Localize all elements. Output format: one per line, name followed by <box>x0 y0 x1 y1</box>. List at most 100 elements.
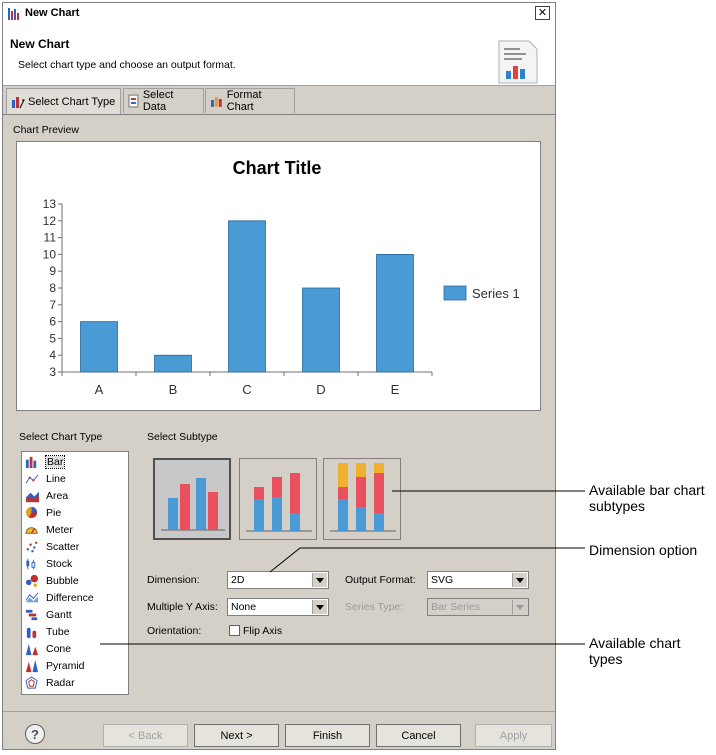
chart-preview-label: Chart Preview <box>13 124 79 136</box>
series-type-label: Series Type: <box>345 601 404 613</box>
back-button: < Back <box>103 724 188 747</box>
legend-swatch <box>443 285 467 301</box>
chart-type-label: Bar <box>44 455 66 469</box>
y-tick-label: 6 <box>49 315 56 329</box>
select-subtype-label: Select Subtype <box>147 431 218 443</box>
footer-separator <box>3 711 555 712</box>
chart-type-item-gantt[interactable]: Gantt <box>24 607 126 623</box>
legend-label: Series 1 <box>472 286 520 301</box>
subtype-percent-stacked[interactable] <box>323 458 401 540</box>
dialog-header: New Chart Select chart type and choose a… <box>3 25 555 86</box>
bar-a <box>80 321 118 373</box>
dimension-value: 2D <box>231 574 245 586</box>
bar-c <box>228 220 266 373</box>
bubble-chart-icon <box>25 574 39 587</box>
x-tick-label: D <box>316 382 325 397</box>
multiple-y-axis-select[interactable]: None <box>227 598 329 616</box>
line-chart-icon <box>25 474 39 484</box>
scatter-chart-icon <box>26 541 38 553</box>
callout-dimension: Dimension option <box>589 542 698 558</box>
tab-select-chart-type[interactable]: Select Chart Type <box>6 88 121 114</box>
chart-preview-plot: Chart Title 3 4 5 6 7 8 9 10 11 12 13 A B C D E Series 1 <box>43 158 520 397</box>
tube-chart-icon <box>26 627 37 639</box>
pyramid-chart-icon <box>25 659 39 673</box>
close-button[interactable]: ✕ <box>535 6 550 20</box>
chart-type-label: Stock <box>46 558 73 570</box>
chart-type-label: Radar <box>46 677 75 689</box>
header-description: Select chart type and choose an output f… <box>18 59 236 71</box>
finish-button[interactable]: Finish <box>285 724 370 747</box>
chart-type-item-radar[interactable]: Radar <box>24 675 126 691</box>
chart-type-label: Pie <box>46 507 62 519</box>
title-bar: New Chart ✕ <box>3 3 555 26</box>
multiple-y-axis-label: Multiple Y Axis: <box>147 601 218 613</box>
header-title: New Chart <box>10 37 70 51</box>
chart-type-item-meter[interactable]: Meter <box>24 522 126 538</box>
chevron-down-icon[interactable] <box>312 600 327 614</box>
subtype-side-by-side[interactable] <box>153 458 231 540</box>
radar-chart-icon <box>25 676 38 689</box>
chart-type-label: Bubble <box>46 575 79 587</box>
y-tick-label: 13 <box>43 197 57 211</box>
new-chart-dialog: New Chart ✕ New Chart Select chart type … <box>2 2 556 750</box>
x-tick-label: E <box>391 382 400 397</box>
chart-type-label: Area <box>46 490 69 502</box>
chart-type-item-pyramid[interactable]: Pyramid <box>24 658 126 674</box>
y-tick-label: 11 <box>44 231 57 245</box>
chart-type-item-scatter[interactable]: Scatter <box>24 539 126 555</box>
meter-chart-icon <box>25 527 38 534</box>
chart-type-list[interactable]: Bar Line Area Pie Meter Scatter Stock Bubble Dif… <box>21 451 129 695</box>
series-type-select: Bar Series <box>427 598 529 616</box>
gantt-chart-icon <box>25 609 38 621</box>
chevron-down-icon <box>512 600 527 614</box>
y-tick-label: 12 <box>43 214 57 228</box>
chart-type-item-cone[interactable]: Cone <box>24 641 126 657</box>
callout-types: Available chart types <box>589 635 681 667</box>
series-type-value: Bar Series <box>431 601 481 613</box>
dimension-select[interactable]: 2D <box>227 571 329 589</box>
next-button[interactable]: Next > <box>194 724 279 747</box>
subtype-stacked[interactable] <box>239 458 317 540</box>
callout-subtypes: Available bar chart subtypes <box>589 482 705 514</box>
flip-axis-label[interactable]: Flip Axis <box>243 625 282 637</box>
stacked-bar-icon <box>246 473 312 532</box>
data-tab-icon <box>128 94 139 108</box>
x-tick-label: A <box>95 382 104 397</box>
bar-e <box>376 254 414 373</box>
y-tick-label: 4 <box>49 348 56 362</box>
bar-chart-icon <box>25 456 37 469</box>
tab-format-chart[interactable]: Format Chart <box>205 88 295 113</box>
chart-type-item-area[interactable]: Area <box>24 488 126 504</box>
help-icon[interactable]: ? <box>25 724 45 744</box>
chart-type-item-stock[interactable]: Stock <box>24 556 126 572</box>
chart-type-label: Tube <box>46 626 70 638</box>
bar-d <box>302 287 340 373</box>
chart-app-icon <box>8 8 19 20</box>
chart-type-item-pie[interactable]: Pie <box>24 505 126 521</box>
output-format-value: SVG <box>431 574 454 586</box>
chart-type-item-bubble[interactable]: Bubble <box>24 573 126 589</box>
chart-type-label: Scatter <box>46 541 80 553</box>
output-format-label: Output Format: <box>345 574 416 586</box>
chevron-down-icon[interactable] <box>512 573 527 587</box>
chart-type-item-line[interactable]: Line <box>24 471 126 487</box>
chart-type-label: Line <box>46 473 66 485</box>
y-tick-label: 10 <box>43 247 57 261</box>
chart-type-item-bar[interactable]: Bar <box>24 454 126 470</box>
chart-type-item-difference[interactable]: Difference <box>24 590 126 606</box>
y-tick-label: 9 <box>49 264 56 278</box>
side-by-side-bar-icon <box>161 478 225 531</box>
cancel-button[interactable]: Cancel <box>376 724 461 747</box>
flip-axis-checkbox[interactable] <box>229 625 240 636</box>
chart-type-label: Difference <box>46 592 94 604</box>
y-tick-label: 8 <box>49 281 56 295</box>
x-tick-label: C <box>242 382 251 397</box>
chart-type-label: Gantt <box>46 609 72 621</box>
y-tick-label: 7 <box>49 298 56 312</box>
cone-chart-icon <box>25 643 39 656</box>
output-format-select[interactable]: SVG <box>427 571 529 589</box>
tab-select-data[interactable]: Select Data <box>123 88 204 113</box>
chevron-down-icon[interactable] <box>312 573 327 587</box>
stock-chart-icon <box>26 558 36 570</box>
chart-type-item-tube[interactable]: Tube <box>24 624 126 640</box>
